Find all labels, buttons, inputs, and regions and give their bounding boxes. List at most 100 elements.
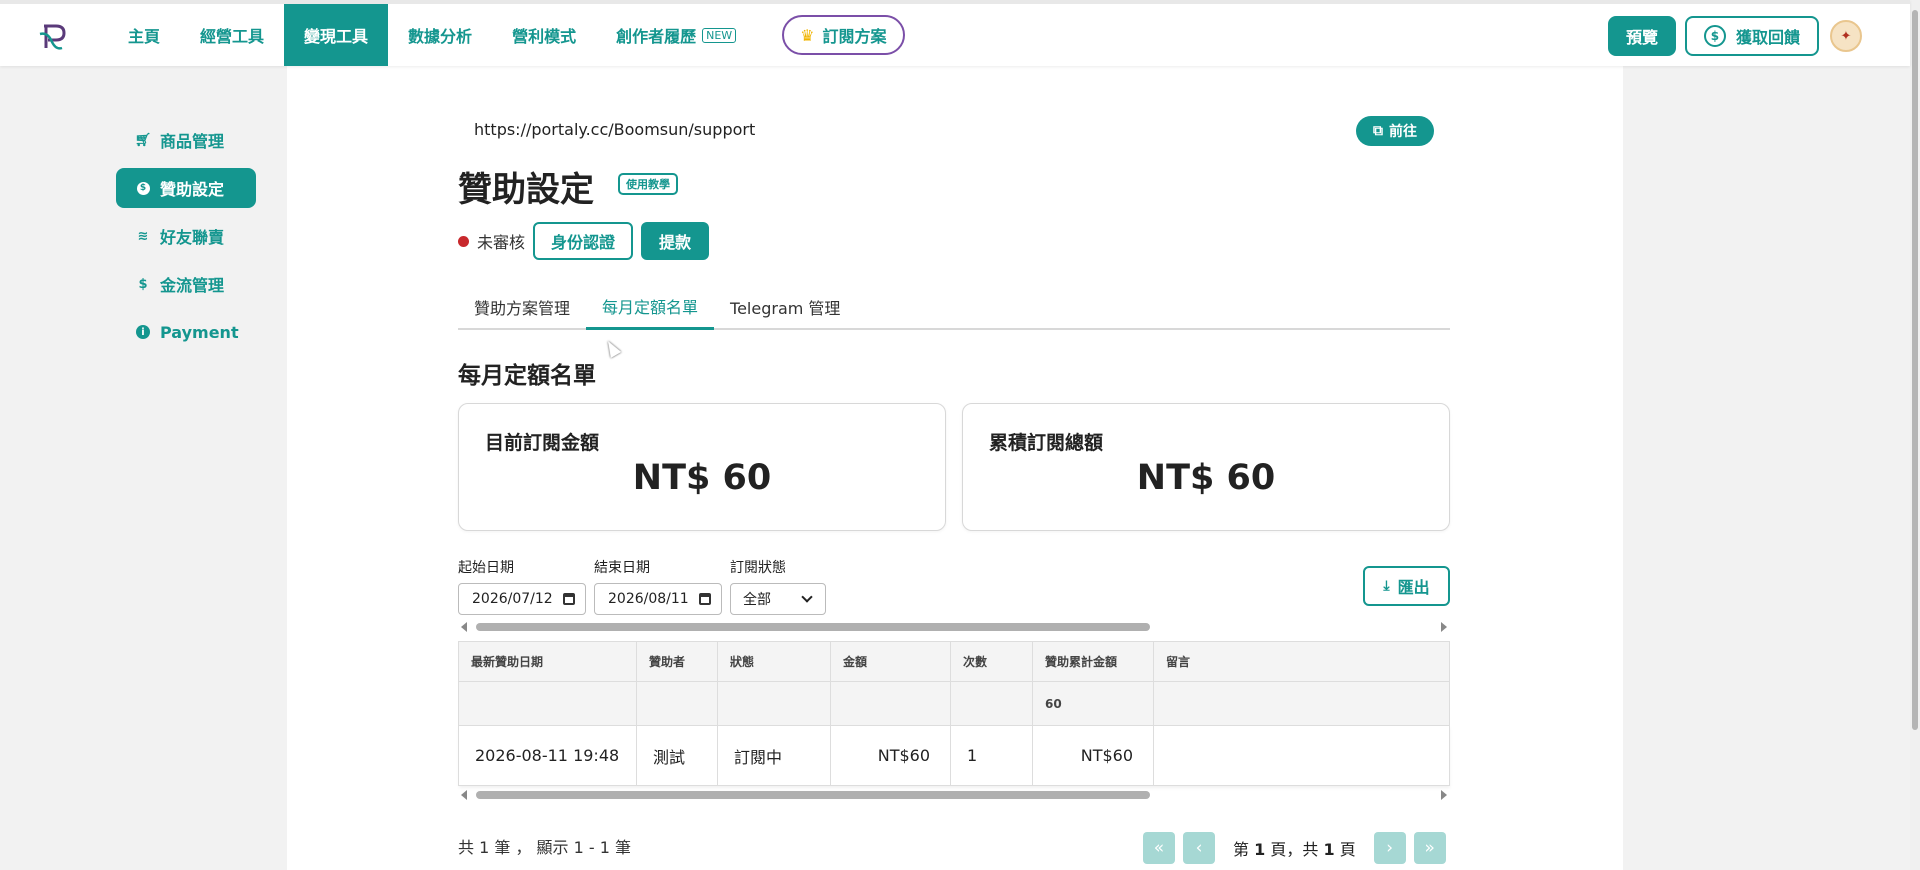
identity-verification-button[interactable]: 身份認證 [533, 222, 634, 260]
nav-creator-resume[interactable]: 創作者履歷 NEW [596, 4, 756, 66]
page-indicator: 第 1 頁，共 1 頁 [1233, 836, 1356, 860]
status-badge: 未審核 [477, 233, 526, 252]
first-page-button[interactable]: « [1143, 832, 1175, 864]
sidebar-item-label: 贊助設定 [160, 180, 225, 199]
sidebar-item-sponsor-settings[interactable]: $ 贊助設定 [116, 168, 256, 208]
main-content: https://portaly.cc/Boomsun/support ⧉ 前往 贊… [287, 66, 1623, 870]
calendar-icon[interactable] [699, 593, 711, 605]
table-cell: 2026-08-11 19:48 [458, 725, 637, 786]
end-date-input[interactable]: 2026/08/11 [594, 583, 722, 615]
column-header[interactable]: 最新贊助日期 [458, 641, 637, 682]
summary-cell: 60 [1032, 681, 1154, 726]
nav-analytics[interactable]: 數據分析 [388, 4, 492, 66]
withdraw-button[interactable]: 提款 [641, 222, 710, 260]
export-button[interactable]: ⤓ 匯出 [1363, 566, 1450, 606]
table-cell: 測試 [636, 725, 718, 786]
get-reward-button[interactable]: $ 獲取回饋 [1685, 16, 1819, 56]
table-cell: 訂閱中 [717, 725, 831, 786]
get-reward-label: 獲取回饋 [1735, 28, 1800, 47]
subscribe-plan-button[interactable]: ♛ 訂閱方案 [782, 15, 905, 55]
column-header[interactable]: 金額 [830, 641, 951, 682]
subscription-status-select[interactable]: 全部 [730, 583, 826, 615]
support-page-url: https://portaly.cc/Boomsun/support [474, 120, 756, 139]
page-total: 1 [1323, 840, 1335, 859]
page-prefix: 第 [1233, 840, 1250, 859]
sidebar-item-product-management[interactable]: 🛒︎ 商品管理 [116, 120, 256, 160]
status-select-value: 全部 [743, 592, 771, 608]
tab-sponsor-plans[interactable]: 贊助方案管理 [458, 284, 586, 330]
column-header[interactable]: 留言 [1153, 641, 1450, 682]
tab-telegram[interactable]: Telegram 管理 [714, 284, 856, 330]
start-date-input[interactable]: 2026/07/12 [458, 583, 586, 615]
cart-icon: 🛒︎ [134, 132, 152, 148]
subscribe-plan-label: 訂閱方案 [822, 27, 887, 46]
nav-business-tools[interactable]: 經營工具 [180, 4, 284, 66]
scroll-left-icon[interactable] [461, 790, 467, 800]
last-page-button[interactable]: » [1413, 832, 1446, 864]
pagination: « ‹ 第 1 頁，共 1 頁 › » [1143, 832, 1454, 864]
page-current: 1 [1254, 840, 1266, 859]
chevron-down-icon [801, 591, 813, 603]
scroll-right-icon[interactable] [1441, 790, 1447, 800]
goto-button[interactable]: ⧉ 前往 [1356, 116, 1434, 146]
next-page-button[interactable]: › [1373, 832, 1406, 864]
page-title: 贊助設定 [458, 170, 594, 210]
summary-cell [458, 681, 637, 726]
table-scrollbar-thumb[interactable] [476, 791, 1150, 799]
section-title: 每月定額名單 [458, 363, 596, 389]
tutorial-button[interactable]: 使用教學 [618, 173, 678, 195]
preview-button[interactable]: 預覽 [1608, 16, 1676, 56]
current-subscription-card: 目前訂閱金額 NT$ 60 [458, 403, 946, 531]
nav-profit-model[interactable]: 營利模式 [492, 4, 596, 66]
column-header[interactable]: 次數 [950, 641, 1033, 682]
portaly-logo[interactable] [38, 22, 66, 52]
verification-status-row: 未審核 身份認證 提款 [458, 222, 710, 260]
avatar[interactable]: ✦ [1830, 20, 1862, 52]
nav-monetization-tools[interactable]: 變現工具 [284, 4, 389, 66]
table-scrollbar-thumb[interactable] [476, 623, 1150, 631]
page-scrollbar[interactable] [1910, 0, 1920, 870]
card-value: NT$ 60 [632, 458, 772, 498]
sidebar-item-friend-affiliate[interactable]: ≋ 好友聯賣 [116, 216, 256, 256]
summary-cell [950, 681, 1033, 726]
nav-monetization-tools-label: 變現工具 [304, 27, 369, 46]
status-dot-icon [458, 235, 469, 247]
page-scrollbar-thumb[interactable] [1912, 10, 1918, 730]
column-header[interactable]: 贊助者 [636, 641, 718, 682]
subscription-table: 最新贊助日期 贊助者 狀態 金額 次數 贊助累計金額 留言 60 2026-08… [458, 641, 1450, 786]
card-value: NT$ 60 [1136, 458, 1276, 498]
start-date-label: 起始日期 [458, 560, 514, 576]
coins-stack-icon: ≋ [137, 228, 149, 244]
coin-icon: $ [136, 181, 150, 195]
end-date-label: 結束日期 [594, 560, 650, 576]
summary-cell [717, 681, 831, 726]
summary-cell [1153, 681, 1450, 726]
table-scrollbar-top[interactable] [458, 620, 1450, 634]
table-row[interactable]: 2026-08-11 19:48 測試 訂閱中 NT$60 1 NT$60 [458, 725, 1450, 786]
column-header[interactable]: 狀態 [717, 641, 831, 682]
tab-monthly-list[interactable]: 每月定額名單 [586, 284, 715, 330]
summary-cell [636, 681, 718, 726]
prev-page-button[interactable]: ‹ [1183, 832, 1215, 864]
sidebar-item-payment[interactable]: i Payment [116, 312, 256, 352]
main-nav: 主頁 經營工具 變現工具 數據分析 營利模式 創作者履歷 NEW ♛ 訂閱方案 [108, 4, 905, 66]
table-summary-row: 60 [458, 681, 1450, 726]
column-header[interactable]: 贊助累計金額 [1032, 641, 1154, 682]
subscription-status-label: 訂閱狀態 [730, 560, 786, 576]
calendar-icon[interactable] [563, 593, 575, 605]
sidebar-item-cash-flow[interactable]: $ 金流管理 [116, 264, 256, 304]
nav-home[interactable]: 主頁 [108, 4, 180, 66]
scroll-left-icon[interactable] [461, 622, 467, 632]
info-icon: i [136, 325, 150, 339]
dollar-circle-icon: $ [1703, 25, 1726, 47]
scroll-right-icon[interactable] [1441, 622, 1447, 632]
card-label: 目前訂閱金額 [485, 432, 600, 454]
table-cell: NT$60 [1032, 725, 1154, 786]
sidebar-item-label: 好友聯賣 [160, 228, 225, 247]
table-cell [1153, 725, 1450, 786]
nav-profit-model-label: 營利模式 [512, 27, 577, 46]
page-mid: 頁，共 [1270, 840, 1319, 859]
sidebar-item-label: Payment [160, 322, 239, 342]
summary-cell [830, 681, 951, 726]
table-scrollbar-bottom[interactable] [458, 788, 1450, 802]
